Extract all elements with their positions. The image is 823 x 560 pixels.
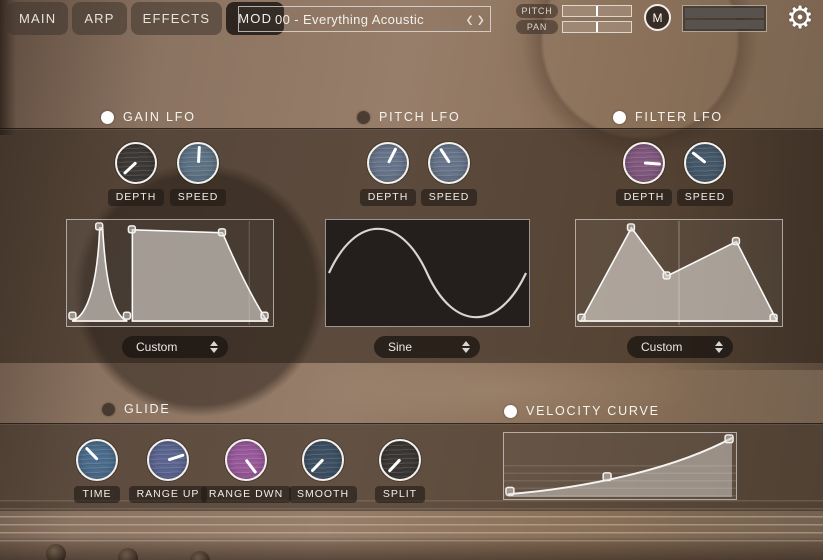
curve-handle[interactable] — [578, 314, 585, 321]
select-arrows-icon — [210, 341, 218, 353]
knob-needle — [439, 148, 450, 163]
gain-depth-knob[interactable] — [115, 142, 157, 184]
filter-speed-label: SPEED — [677, 189, 734, 206]
knob-needle — [644, 162, 661, 166]
curve-handle[interactable] — [96, 223, 103, 230]
filter-waveform-select[interactable]: Custom — [627, 336, 733, 358]
knob-needle — [197, 146, 200, 163]
filter-lfo-title: FILTER LFO — [635, 110, 723, 124]
pitch-lfo-title: PITCH LFO — [379, 110, 460, 124]
preset-selector[interactable]: 00 - Everything Acoustic ‹ › — [238, 6, 491, 32]
knob-needle — [123, 162, 137, 175]
knob-needle — [387, 148, 397, 164]
preset-arrows: ‹ › — [466, 7, 484, 31]
filter-speed-knob[interactable] — [684, 142, 726, 184]
knob-needle — [245, 459, 257, 474]
select-arrows-icon — [462, 341, 470, 353]
gain-speed-knob[interactable] — [177, 142, 219, 184]
curve-handle[interactable] — [123, 312, 130, 319]
filter-depth-knob[interactable] — [623, 142, 665, 184]
knob-needle — [691, 152, 706, 164]
glide-split-label: SPLIT — [375, 486, 425, 503]
knob-needle — [310, 459, 323, 473]
pitch-speed-knob-unit: SPEED — [404, 142, 494, 206]
curve-handle[interactable] — [128, 226, 135, 233]
knob-needle — [168, 454, 185, 462]
velocity-curve-display[interactable] — [503, 432, 737, 500]
gain-lfo-header: GAIN LFO — [101, 109, 196, 125]
glide-smooth-label: SMOOTH — [289, 486, 357, 503]
knob-needle — [388, 459, 401, 473]
glide-range-dwn-knob[interactable] — [225, 439, 267, 481]
pitch-slider[interactable] — [562, 5, 632, 17]
curve-handle[interactable] — [628, 224, 635, 231]
pitch-speed-label: SPEED — [421, 189, 478, 206]
gain-waveform-select[interactable]: Custom — [122, 336, 228, 358]
glide-split-knob[interactable] — [379, 439, 421, 481]
knob-needle — [84, 447, 97, 461]
glide-title: GLIDE — [124, 402, 171, 416]
glide-time-label: TIME — [74, 486, 119, 503]
curve-handle[interactable] — [770, 314, 777, 321]
glide-toggle[interactable] — [102, 403, 115, 416]
filter-lfo-toggle[interactable] — [613, 111, 626, 124]
pitch-speed-knob[interactable] — [428, 142, 470, 184]
filter-lfo-header: FILTER LFO — [613, 109, 723, 125]
level-meter-bar-left — [685, 8, 764, 18]
gain-speed-label: SPEED — [170, 189, 227, 206]
preset-prev-icon[interactable]: ‹ — [466, 7, 472, 31]
pitch-slider-handle[interactable] — [596, 6, 598, 16]
settings-gear-icon[interactable]: ⚙ — [782, 0, 818, 36]
curve-handle[interactable] — [506, 487, 514, 495]
tab-arp[interactable]: ARP — [72, 2, 126, 35]
gain-lfo-toggle[interactable] — [101, 111, 114, 124]
curve-handle[interactable] — [732, 238, 739, 245]
filter-speed-knob-unit: SPEED — [660, 142, 750, 206]
pitch-waveform-value: Sine — [388, 340, 412, 354]
tab-effects[interactable]: EFFECTS — [131, 2, 223, 35]
curve-handle[interactable] — [261, 312, 268, 319]
level-meter-bar-right — [685, 20, 764, 30]
select-arrows-icon — [715, 341, 723, 353]
gain-lfo-waveform-display[interactable] — [66, 219, 274, 327]
pitch-label: PITCH — [516, 4, 558, 18]
level-meter — [682, 5, 767, 32]
glide-range-up-knob-unit: RANGE UP — [123, 439, 213, 503]
pan-slider[interactable] — [562, 21, 632, 33]
filter-lfo-waveform-display[interactable] — [575, 219, 783, 327]
glide-range-up-label: RANGE UP — [129, 486, 208, 503]
gain-lfo-title: GAIN LFO — [123, 110, 196, 124]
curve-handle[interactable] — [69, 312, 76, 319]
glide-smooth-knob[interactable] — [302, 439, 344, 481]
pitch-waveform-select[interactable]: Sine — [374, 336, 480, 358]
velocity-curve-toggle[interactable] — [504, 405, 517, 418]
filter-waveform-value: Custom — [641, 340, 682, 354]
bridge-pin-image — [46, 544, 66, 560]
preset-name: 00 - Everything Acoustic — [239, 12, 490, 27]
mute-button[interactable]: M — [644, 4, 671, 31]
curve-handle[interactable] — [603, 473, 611, 481]
gain-waveform-value: Custom — [136, 340, 177, 354]
pitch-lfo-header: PITCH LFO — [357, 109, 460, 125]
pitch-lfo-waveform-display[interactable] — [325, 219, 530, 327]
plugin-window: MAIN ARP EFFECTS MOD 00 - Everything Aco… — [0, 0, 823, 560]
pitch-lfo-toggle[interactable] — [357, 111, 370, 124]
preset-next-icon[interactable]: › — [478, 7, 484, 31]
pan-label: PAN — [516, 20, 558, 34]
pan-slider-handle[interactable] — [596, 22, 598, 32]
curve-handle[interactable] — [663, 272, 670, 279]
curve-handle[interactable] — [725, 435, 733, 443]
pitch-depth-knob[interactable] — [367, 142, 409, 184]
curve-handle[interactable] — [219, 229, 226, 236]
velocity-curve-title: VELOCITY CURVE — [526, 404, 660, 418]
glide-time-knob[interactable] — [76, 439, 118, 481]
glide-range-up-knob[interactable] — [147, 439, 189, 481]
glide-split-knob-unit: SPLIT — [355, 439, 445, 503]
velocity-curve-header: VELOCITY CURVE — [504, 403, 660, 419]
gain-speed-knob-unit: SPEED — [153, 142, 243, 206]
tab-main[interactable]: MAIN — [7, 2, 68, 35]
glide-header: GLIDE — [102, 401, 171, 417]
